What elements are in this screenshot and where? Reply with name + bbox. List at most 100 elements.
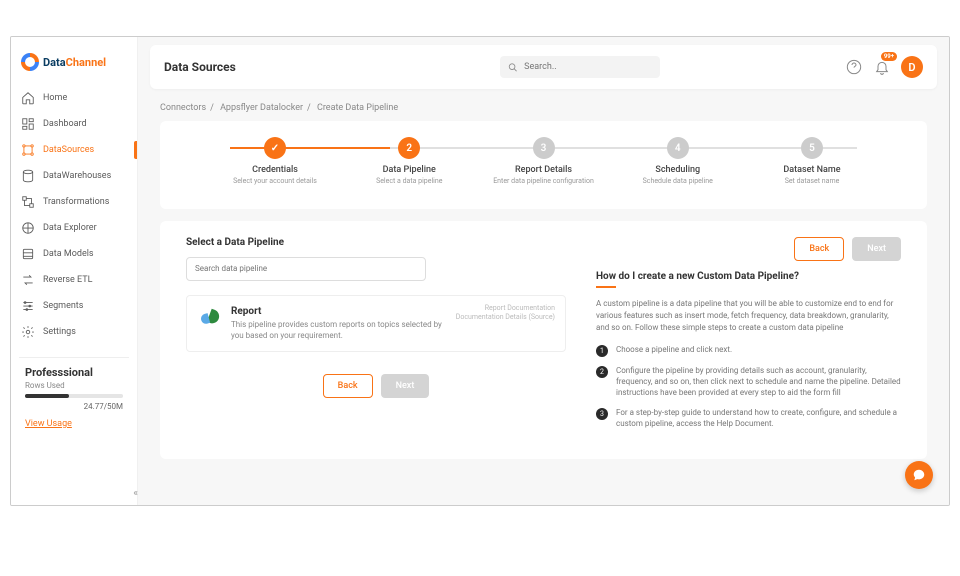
step-num: 5 [801,137,823,159]
help-step-1: 1Choose a pipeline and click next. [596,344,901,357]
reverseetl-icon [21,273,35,287]
page-title: Data Sources [164,60,236,74]
pipeline-doc-details-link[interactable]: Documentation Details (Source) [456,313,555,322]
pipeline-select-column: Select a Data Pipeline Report This pipel… [186,237,566,437]
plan-card: Professsional Rows Used 24.77/50M View U… [19,357,129,438]
transform-icon [21,195,35,209]
back-button-bottom[interactable]: Back [323,374,373,398]
plan-sub: Rows Used [25,381,123,390]
help-accent [596,286,616,288]
nav-label: Data Explorer [43,223,97,233]
breadcrumb-current: Create Data Pipeline [317,103,398,113]
nav-label: DataWarehouses [43,171,111,181]
pipeline-doc-link[interactable]: Report Documentation [456,304,555,313]
view-usage-link[interactable]: View Usage [25,419,72,429]
global-search[interactable] [500,56,660,78]
chat-fab[interactable] [905,461,933,489]
step-num: 2 [398,137,420,159]
step-label: Data Pipeline [383,165,436,175]
sidebar-item-settings[interactable]: Settings [11,319,137,345]
sidebar-item-dashboard[interactable]: Dashboard [11,111,137,137]
step-credentials[interactable]: ✓ Credentials Select your account details [220,137,330,185]
main: Data Sources 99+ D Connectors/ Appsflyer… [138,37,949,505]
breadcrumb-connectors[interactable]: Connectors [160,103,206,113]
nav-label: Segments [43,301,83,311]
back-button-top[interactable]: Back [794,237,844,261]
avatar[interactable]: D [901,56,923,78]
step-label: Report Details [515,165,572,175]
breadcrumb-appsflyer[interactable]: Appsflyer Datalocker [220,103,303,113]
nav-label: Dashboard [43,119,87,129]
brand-logo[interactable]: DataChannel [11,47,137,85]
sidebar-item-dataexplorer[interactable]: Data Explorer [11,215,137,241]
next-button-top[interactable]: Next [852,237,901,261]
step-scheduling[interactable]: 4 Scheduling Schedule data pipeline [623,137,733,185]
section-title: Select a Data Pipeline [186,237,566,248]
explorer-icon [21,221,35,235]
nav-label: Transformations [43,197,109,207]
logo-text: DataChannel [43,56,106,69]
step-sub: Enter data pipeline configuration [493,177,594,185]
nav-label: Settings [43,327,76,337]
help-column: Back Next How do I create a new Custom D… [596,237,901,437]
models-icon [21,247,35,261]
nav-label: Data Models [43,249,94,259]
plan-usage: 24.77/50M [25,402,123,411]
notifications-button[interactable]: 99+ [873,58,891,76]
sidebar-item-datasources[interactable]: DataSources [11,137,137,163]
stepper-card: ✓CredentialsSelect your account details … [160,121,927,209]
chat-icon [912,468,926,482]
pipeline-title: Report [231,306,451,317]
pipeline-doc-links: Report Documentation Documentation Detai… [456,304,555,322]
step-num: 4 [667,137,689,159]
pipeline-card-report[interactable]: Report This pipeline provides custom rep… [186,295,566,352]
stepper: ✓CredentialsSelect your account details … [220,137,867,185]
gear-icon [21,325,35,339]
sidebar-item-reverseetl[interactable]: Reverse ETL [11,267,137,293]
step-num: 3 [533,137,555,159]
sidebar-item-datawarehouses[interactable]: DataWarehouses [11,163,137,189]
sidebar-item-home[interactable]: Home [11,85,137,111]
sidebar-item-transformations[interactable]: Transformations [11,189,137,215]
next-button-bottom[interactable]: Next [381,374,430,398]
help-button[interactable] [845,58,863,76]
step-sub: Set dataset name [785,177,840,185]
sidebar-item-datamodels[interactable]: Data Models [11,241,137,267]
plan-title: Professsional [25,366,123,379]
logo-icon [21,53,39,71]
step-datapipeline[interactable]: 2Data PipelineSelect a data pipeline [354,137,464,185]
step-label: Credentials [252,165,298,175]
step-label: Scheduling [655,165,700,175]
pipeline-desc: This pipeline provides custom reports on… [231,319,451,341]
help-intro: A custom pipeline is a data pipeline tha… [596,298,901,334]
step-reportdetails[interactable]: 3 Report Details Enter data pipeline confi… [489,137,599,185]
help-step-3: 3For a step-by-step guide to understand … [596,407,901,429]
step-label: Dataset Name [783,165,840,175]
step-num: ✓ [264,137,286,159]
home-icon [21,91,35,105]
dashboard-icon [21,117,35,131]
step-sub: Select your account details [233,177,317,185]
content-card: Select a Data Pipeline Report This pipel… [160,221,927,459]
pipeline-search-input[interactable] [186,257,426,281]
notif-badge: 99+ [881,52,897,61]
nav-label: Home [43,93,67,103]
search-icon [508,62,518,73]
datasources-icon [21,143,35,157]
breadcrumb: Connectors/ Appsflyer Datalocker/ Create… [138,89,949,121]
plan-progress [25,394,123,398]
help-step-2: 2Configure the pipeline by providing det… [596,365,901,399]
search-input[interactable] [524,62,652,72]
step-sub: Schedule data pipeline [643,177,713,185]
nav-label: DataSources [43,145,94,155]
topbar: Data Sources 99+ D [150,45,937,89]
collapse-sidebar-button[interactable]: « [133,488,138,499]
leaves-icon [199,308,221,330]
warehouse-icon [21,169,35,183]
segments-icon [21,299,35,313]
sidebar-item-segments[interactable]: Segments [11,293,137,319]
step-datasetname[interactable]: 5 Dataset Name Set dataset name [757,137,867,185]
sidebar-nav: Home Dashboard DataSources DataWarehouse… [11,85,137,345]
nav-label: Reverse ETL [43,275,92,285]
help-title: How do I create a new Custom Data Pipeli… [596,271,901,282]
